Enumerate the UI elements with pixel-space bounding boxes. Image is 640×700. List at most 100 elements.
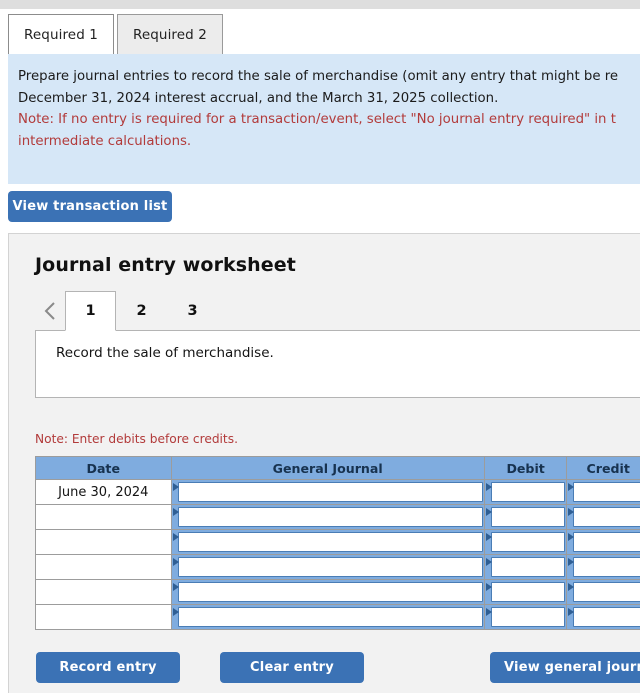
cell-debit[interactable] [483, 479, 568, 505]
credit-input[interactable] [568, 582, 640, 602]
table-row [35, 529, 640, 555]
dropdown-triangle-icon [172, 608, 179, 616]
instructions-panel: Prepare journal entries to record the sa… [8, 54, 640, 184]
cell-debit[interactable] [483, 554, 568, 580]
instruction-note-line-2: intermediate calculations. [18, 133, 192, 149]
table-row: June 30, 2024 [35, 479, 640, 505]
view-transaction-list-label: View transaction list [12, 199, 168, 214]
cell-general-journal[interactable] [170, 479, 485, 505]
general-journal-input[interactable] [172, 507, 483, 527]
cell-date[interactable] [35, 504, 172, 530]
cell-date[interactable] [35, 604, 172, 630]
cell-credit[interactable] [566, 579, 640, 605]
general-journal-input[interactable] [172, 482, 483, 502]
dropdown-triangle-icon [172, 558, 179, 566]
cell-general-journal[interactable] [170, 529, 485, 555]
required-tab-bar: Required 1 Required 2 [8, 13, 223, 54]
worksheet-tab-bar: 1 2 3 [35, 290, 218, 331]
worksheet-tab-3[interactable]: 3 [167, 291, 218, 331]
worksheet-description-box: Record the sale of merchandise. [35, 330, 640, 398]
worksheet-title: Journal entry worksheet [35, 254, 296, 276]
dropdown-triangle-icon [568, 558, 575, 566]
clear-entry-button[interactable]: Clear entry [220, 652, 364, 683]
header-credit: Credit [566, 456, 640, 480]
table-row [35, 554, 640, 580]
instruction-note-line-1: Note: If no entry is required for a tran… [18, 112, 616, 127]
general-journal-input[interactable] [172, 582, 483, 602]
journal-entry-worksheet-panel: Journal entry worksheet 1 2 3 Record the… [8, 233, 640, 693]
cell-date[interactable]: June 30, 2024 [35, 479, 172, 505]
worksheet-description-text: Record the sale of merchandise. [56, 345, 274, 361]
chevron-left-icon[interactable] [35, 291, 65, 331]
cell-date[interactable] [35, 579, 172, 605]
tab-required-2[interactable]: Required 2 [116, 14, 223, 54]
table-row [35, 604, 640, 630]
credit-input[interactable] [568, 507, 640, 527]
worksheet-tab-1[interactable]: 1 [65, 291, 116, 331]
worksheet-tab-2[interactable]: 2 [116, 291, 167, 331]
general-journal-input[interactable] [172, 532, 483, 552]
header-date: Date [35, 456, 172, 480]
debit-input[interactable] [485, 507, 566, 527]
cell-credit[interactable] [566, 554, 640, 580]
table-header-row: Date General Journal Debit Credit [35, 456, 640, 480]
dropdown-triangle-icon [172, 533, 179, 541]
worksheet-tab-3-label: 3 [187, 303, 198, 319]
view-transaction-list-button[interactable]: View transaction list [8, 191, 172, 222]
cell-general-journal[interactable] [170, 579, 485, 605]
record-entry-label: Record entry [59, 660, 157, 675]
dropdown-triangle-icon [568, 608, 575, 616]
tab-required-2-label: Required 2 [132, 26, 207, 43]
cell-debit[interactable] [483, 529, 568, 555]
view-general-journal-button[interactable]: View general journ [490, 652, 640, 683]
credit-input[interactable] [568, 607, 640, 627]
dropdown-triangle-icon [172, 508, 179, 516]
cell-general-journal[interactable] [170, 554, 485, 580]
cell-credit[interactable] [566, 604, 640, 630]
cell-debit[interactable] [483, 504, 568, 530]
instruction-line-2: December 31, 2024 interest accrual, and … [18, 90, 499, 106]
record-entry-button[interactable]: Record entry [36, 652, 180, 683]
dropdown-triangle-icon [172, 483, 179, 491]
cell-credit[interactable] [566, 479, 640, 505]
clear-entry-label: Clear entry [250, 660, 334, 675]
cell-debit[interactable] [483, 604, 568, 630]
cell-credit[interactable] [566, 529, 640, 555]
general-journal-input[interactable] [172, 557, 483, 577]
dropdown-triangle-icon [568, 533, 575, 541]
cell-date[interactable] [35, 554, 172, 580]
debit-input[interactable] [485, 532, 566, 552]
instruction-line-1: Prepare journal entries to record the sa… [18, 69, 619, 84]
cell-general-journal[interactable] [170, 504, 485, 530]
table-row [35, 579, 640, 605]
credit-input[interactable] [568, 482, 640, 502]
tab-required-1-label: Required 1 [24, 26, 98, 43]
credit-input[interactable] [568, 532, 640, 552]
dropdown-triangle-icon [485, 533, 492, 541]
tab-required-1[interactable]: Required 1 [8, 14, 114, 54]
top-gray-strip [0, 0, 640, 9]
general-journal-input[interactable] [172, 607, 483, 627]
dropdown-triangle-icon [485, 508, 492, 516]
dropdown-triangle-icon [568, 583, 575, 591]
cell-credit[interactable] [566, 504, 640, 530]
dropdown-triangle-icon [568, 508, 575, 516]
debit-input[interactable] [485, 607, 566, 627]
debit-input[interactable] [485, 582, 566, 602]
worksheet-tab-1-label: 1 [85, 303, 96, 319]
journal-entry-table: Date General Journal Debit Credit June 3… [35, 456, 640, 630]
dropdown-triangle-icon [485, 608, 492, 616]
debit-input[interactable] [485, 557, 566, 577]
table-row [35, 504, 640, 530]
credit-input[interactable] [568, 557, 640, 577]
debit-input[interactable] [485, 482, 566, 502]
dropdown-triangle-icon [172, 583, 179, 591]
page-root: Required 1 Required 2 Prepare journal en… [0, 0, 640, 700]
cell-date[interactable] [35, 529, 172, 555]
view-general-journal-label: View general journ [504, 660, 640, 675]
cell-debit[interactable] [483, 579, 568, 605]
dropdown-triangle-icon [485, 483, 492, 491]
dropdown-triangle-icon [485, 583, 492, 591]
header-general-journal: General Journal [170, 456, 485, 480]
cell-general-journal[interactable] [170, 604, 485, 630]
